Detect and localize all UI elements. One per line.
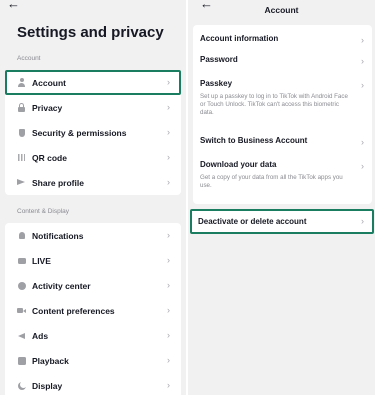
account-settings-group: Account › Privacy › Security & permissio…	[5, 70, 181, 195]
chevron-right-icon: ›	[361, 161, 364, 171]
menu-item-password[interactable]: Password ›	[193, 54, 372, 79]
screen: ← Settings and privacy Account Account ›…	[0, 0, 375, 395]
settings-and-privacy-panel: ← Settings and privacy Account Account ›…	[0, 0, 186, 395]
qr-code-icon	[17, 153, 26, 162]
content-display-group: Notifications › LIVE › Activity center ›…	[5, 223, 181, 395]
menu-item-label: Account information	[200, 34, 279, 43]
menu-item-qr-code[interactable]: QR code ›	[5, 145, 181, 170]
back-arrow-icon[interactable]: ←	[7, 0, 20, 11]
chevron-right-icon: ›	[361, 35, 364, 45]
page-title: Settings and privacy	[17, 24, 164, 41]
menu-item-label: Passkey	[200, 79, 233, 88]
menu-item-activity-center[interactable]: Activity center ›	[5, 273, 181, 298]
menu-item-label: Playback	[32, 355, 69, 366]
chevron-right-icon: ›	[167, 280, 170, 290]
chevron-right-icon: ›	[361, 56, 364, 66]
menu-item-label: Privacy	[32, 102, 63, 113]
right-top-bar: ← Account	[188, 0, 375, 15]
menu-item-label: Ads	[32, 330, 49, 341]
menu-item-label: Deactivate or delete account	[198, 217, 307, 226]
chevron-right-icon: ›	[167, 127, 170, 137]
chevron-right-icon: ›	[167, 177, 170, 187]
menu-item-label: Display	[32, 380, 63, 391]
chevron-right-icon: ›	[361, 216, 364, 226]
menu-item-label: Account	[32, 77, 66, 88]
video-camera-icon	[17, 306, 26, 315]
chevron-right-icon: ›	[167, 355, 170, 365]
menu-item-privacy[interactable]: Privacy ›	[5, 95, 181, 120]
section-label-account: Account	[17, 55, 41, 62]
chevron-right-icon: ›	[167, 330, 170, 340]
playback-icon	[17, 356, 26, 365]
chevron-right-icon: ›	[167, 230, 170, 240]
menu-item-label: Content preferences	[32, 305, 115, 316]
menu-item-content-preferences[interactable]: Content preferences ›	[5, 298, 181, 323]
menu-item-account[interactable]: Account ›	[5, 70, 181, 95]
share-icon	[17, 178, 26, 187]
section-label-content-display: Content & Display	[17, 208, 70, 215]
menu-item-live[interactable]: LIVE ›	[5, 248, 181, 273]
tv-icon	[17, 256, 26, 265]
menu-item-label: Switch to Business Account	[200, 136, 308, 145]
account-options-group: Account information › Password › Passkey…	[193, 25, 372, 204]
chevron-right-icon: ›	[167, 77, 170, 87]
menu-item-description: Set up a passkey to log in to TikTok wit…	[200, 93, 348, 117]
chevron-right-icon: ›	[167, 380, 170, 390]
back-arrow-icon[interactable]: ←	[200, 0, 213, 11]
menu-item-share-profile[interactable]: Share profile ›	[5, 170, 181, 195]
chevron-right-icon: ›	[361, 137, 364, 147]
menu-item-label: Notifications	[32, 230, 84, 241]
chevron-right-icon: ›	[167, 255, 170, 265]
lock-icon	[17, 103, 26, 112]
menu-item-notifications[interactable]: Notifications ›	[5, 223, 181, 248]
menu-item-label: LIVE	[32, 255, 51, 266]
menu-item-passkey[interactable]: Passkey › Set up a passkey to log in to …	[193, 79, 372, 135]
menu-item-account-information[interactable]: Account information ›	[193, 29, 372, 54]
menu-item-display[interactable]: Display ›	[5, 373, 181, 395]
chevron-right-icon: ›	[361, 80, 364, 90]
shield-icon	[17, 128, 26, 137]
clock-icon	[17, 281, 26, 290]
menu-item-label: Activity center	[32, 280, 91, 291]
menu-item-label: Password	[200, 55, 238, 64]
menu-item-label: QR code	[32, 152, 67, 163]
menu-item-description: Get a copy of your data from all the Tik…	[200, 174, 343, 190]
account-panel: ← Account Account information › Password…	[188, 0, 375, 395]
moon-icon	[17, 380, 27, 390]
menu-item-deactivate-delete-account[interactable]: Deactivate or delete account ›	[190, 209, 374, 234]
page-title: Account	[264, 5, 299, 15]
bell-icon	[17, 231, 26, 240]
menu-item-label: Security & permissions	[32, 127, 127, 138]
menu-item-download-data[interactable]: Download your data › Get a copy of your …	[193, 160, 372, 202]
megaphone-icon	[17, 331, 26, 340]
chevron-right-icon: ›	[167, 305, 170, 315]
menu-item-label: Share profile	[32, 177, 84, 188]
menu-item-label: Download your data	[200, 160, 277, 169]
chevron-right-icon: ›	[167, 102, 170, 112]
chevron-right-icon: ›	[167, 152, 170, 162]
menu-item-playback[interactable]: Playback ›	[5, 348, 181, 373]
menu-item-security-permissions[interactable]: Security & permissions ›	[5, 120, 181, 145]
left-top-bar: ←	[0, 0, 186, 14]
menu-item-switch-business-account[interactable]: Switch to Business Account ›	[193, 135, 372, 160]
menu-item-ads[interactable]: Ads ›	[5, 323, 181, 348]
person-icon	[17, 78, 26, 87]
